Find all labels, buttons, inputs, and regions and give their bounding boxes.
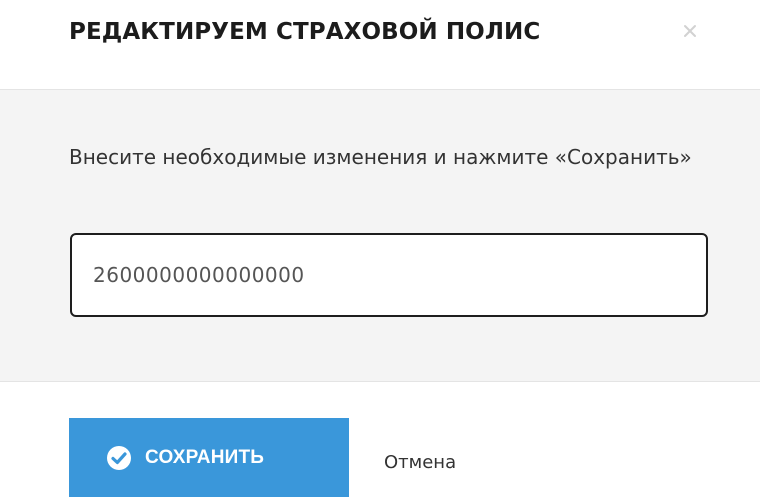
instructions-text: Внесите необходимые изменения и нажмите …: [69, 145, 692, 169]
dialog-header: РЕДАКТИРУЕМ СТРАХОВОЙ ПОЛИС: [0, 0, 760, 90]
close-icon: [683, 23, 697, 42]
cancel-link[interactable]: Отмена: [384, 452, 456, 474]
save-button[interactable]: СОХРАНИТЬ: [69, 418, 349, 497]
close-button[interactable]: [676, 18, 704, 46]
dialog-footer: СОХРАНИТЬ Отмена: [0, 382, 760, 497]
policy-number-input[interactable]: [70, 233, 708, 317]
dialog-title: РЕДАКТИРУЕМ СТРАХОВОЙ ПОЛИС: [69, 19, 541, 45]
check-circle-icon: [105, 444, 133, 472]
save-button-label: СОХРАНИТЬ: [145, 447, 265, 468]
dialog-body: Внесите необходимые изменения и нажмите …: [0, 90, 760, 382]
edit-insurance-policy-dialog: РЕДАКТИРУЕМ СТРАХОВОЙ ПОЛИС Внесите необ…: [0, 0, 760, 497]
